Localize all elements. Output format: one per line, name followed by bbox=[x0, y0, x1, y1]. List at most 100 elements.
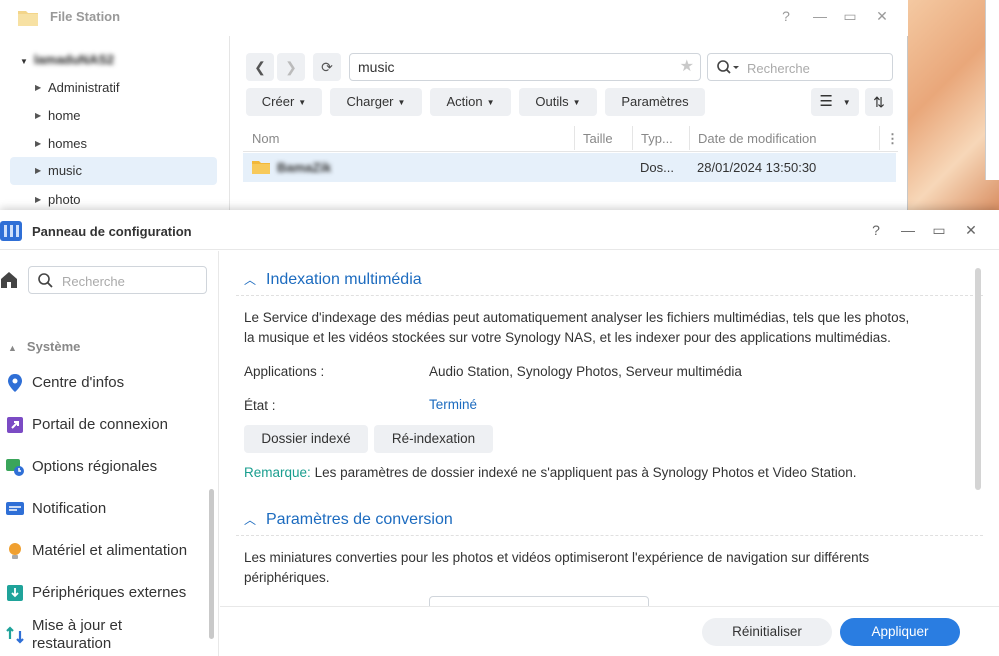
create-button[interactable]: Créer ▼ bbox=[246, 88, 322, 116]
column-modified[interactable]: Date de modification bbox=[698, 131, 817, 146]
search-icon bbox=[38, 273, 53, 288]
nav-login-portal[interactable]: Portail de connexion bbox=[0, 405, 210, 445]
column-type[interactable]: Typ... bbox=[641, 131, 673, 146]
section-conversion-header[interactable]: ︿ Paramètres de conversion bbox=[244, 511, 453, 529]
forward-button[interactable]: ❯ bbox=[277, 53, 305, 81]
home-icon[interactable] bbox=[0, 271, 18, 289]
minimize-icon[interactable]: — bbox=[810, 8, 830, 24]
reset-button[interactable]: Réinitialiser bbox=[702, 618, 832, 646]
file-type: Dos... bbox=[640, 160, 674, 175]
caret-up-icon: ▲ bbox=[8, 343, 17, 353]
caret-down-icon: ▼ bbox=[842, 98, 851, 107]
file-name: BamaZik bbox=[277, 160, 332, 175]
chevron-up-icon: ︿ bbox=[244, 513, 257, 527]
tree-item-music[interactable]: ▶ music bbox=[10, 157, 217, 185]
path-input[interactable]: music ★ bbox=[349, 53, 701, 81]
category-system[interactable]: ▲ Système bbox=[8, 339, 80, 354]
indexing-remark: Remarque: Les paramètres de dossier inde… bbox=[244, 465, 857, 480]
action-button[interactable]: Action ▼ bbox=[430, 88, 511, 116]
file-list-header: Nom Taille Typ... Date de modification ⋮ bbox=[243, 124, 899, 152]
tools-button[interactable]: Outils ▼ bbox=[519, 88, 597, 116]
chevron-left-icon: ❮ bbox=[254, 59, 266, 75]
close-icon[interactable]: ✕ bbox=[961, 222, 981, 239]
nav-regional-options[interactable]: Options régionales bbox=[0, 447, 210, 487]
update-restore-icon bbox=[6, 626, 24, 644]
tree-item-home[interactable]: ▶ home bbox=[10, 102, 217, 130]
section-divider bbox=[236, 295, 983, 296]
close-icon[interactable]: ✕ bbox=[872, 8, 892, 25]
help-icon[interactable]: ? bbox=[866, 222, 886, 238]
control-panel-sidebar: Recherche ▲ Système Centre d'infos Portai… bbox=[0, 251, 219, 656]
nav-external-devices[interactable]: Périphériques externes bbox=[0, 573, 210, 613]
help-icon[interactable]: ? bbox=[776, 8, 796, 24]
sidebar-scrollbar[interactable] bbox=[209, 489, 214, 639]
notification-icon bbox=[6, 502, 24, 515]
caret-right-icon: ▶ bbox=[35, 83, 42, 92]
star-icon[interactable]: ★ bbox=[680, 54, 694, 80]
sort-button[interactable]: ⇅ bbox=[865, 88, 893, 116]
background-window-edge bbox=[985, 0, 999, 180]
caret-right-icon: ▶ bbox=[35, 166, 42, 175]
state-value: Terminé bbox=[429, 397, 478, 412]
section-divider bbox=[236, 535, 983, 536]
refresh-button[interactable]: ⟳ bbox=[313, 53, 341, 81]
column-name[interactable]: Nom bbox=[252, 131, 279, 146]
reindex-button[interactable]: Ré-indexation bbox=[374, 425, 493, 453]
file-station-window: File Station ? — ▭ ✕ ▼ lamaduNAS2 ▶ Admini… bbox=[0, 0, 908, 215]
external-device-icon bbox=[7, 585, 23, 601]
column-options-icon[interactable]: ⋮ bbox=[886, 131, 899, 147]
caret-down-icon: ▼ bbox=[486, 98, 495, 107]
list-view-icon: ☰ bbox=[819, 93, 833, 110]
apply-button[interactable]: Appliquer bbox=[840, 618, 960, 646]
column-size[interactable]: Taille bbox=[583, 131, 613, 146]
caret-down-icon: ▼ bbox=[298, 98, 307, 107]
applications-label: Applications : bbox=[244, 364, 325, 379]
nav-hardware-power[interactable]: Matériel et alimentation bbox=[0, 531, 210, 571]
nav-info-center[interactable]: Centre d'infos bbox=[0, 363, 210, 403]
caret-down-icon: ▼ bbox=[397, 98, 406, 107]
chevron-up-icon: ︿ bbox=[244, 273, 257, 287]
portal-icon bbox=[7, 417, 23, 433]
search-icon bbox=[717, 60, 739, 74]
content-scrollbar[interactable] bbox=[975, 268, 981, 490]
file-station-title: File Station bbox=[50, 9, 121, 24]
indexed-folder-button[interactable]: Dossier indexé bbox=[244, 425, 368, 453]
column-divider[interactable] bbox=[574, 126, 575, 150]
control-panel-search-input[interactable]: Recherche bbox=[28, 266, 207, 294]
tree-root-nas[interactable]: ▼ lamaduNAS2 bbox=[20, 52, 114, 67]
table-row[interactable]: BamaZik Dos... 28/01/2024 13:50:30 bbox=[243, 153, 896, 182]
caret-down-icon: ▼ bbox=[20, 57, 28, 66]
settings-button[interactable]: Paramètres bbox=[605, 88, 705, 116]
conversion-select[interactable] bbox=[429, 596, 649, 606]
applications-value: Audio Station, Synology Photos, Serveur … bbox=[429, 364, 742, 379]
info-pin-icon bbox=[8, 374, 22, 392]
column-divider[interactable] bbox=[879, 126, 880, 150]
tree-item-homes[interactable]: ▶ homes bbox=[10, 130, 217, 158]
back-button[interactable]: ❮ bbox=[246, 53, 274, 81]
control-panel-footer: Réinitialiser Appliquer bbox=[220, 606, 999, 656]
file-station-titlebar[interactable]: File Station ? — ▭ ✕ bbox=[0, 0, 908, 36]
nav-update-restore[interactable]: Mise à jour et restauration bbox=[0, 615, 210, 656]
folder-tree: ▼ lamaduNAS2 ▶ Administratif ▶ home ▶ homes … bbox=[0, 36, 230, 215]
caret-right-icon: ▶ bbox=[35, 139, 42, 148]
view-mode-button[interactable]: ☰ ▼ bbox=[811, 88, 859, 116]
caret-down-icon: ▼ bbox=[572, 98, 581, 107]
file-search-input[interactable]: Recherche bbox=[707, 53, 893, 81]
control-panel-titlebar[interactable]: Panneau de configuration ? — ▭ ✕ bbox=[0, 210, 999, 250]
minimize-icon[interactable]: — bbox=[898, 222, 918, 238]
maximize-icon[interactable]: ▭ bbox=[929, 222, 949, 239]
column-divider[interactable] bbox=[632, 126, 633, 150]
section-indexing-header[interactable]: ︿ Indexation multimédia bbox=[244, 271, 422, 289]
column-divider[interactable] bbox=[689, 126, 690, 150]
desktop-wallpaper bbox=[908, 0, 999, 210]
maximize-icon[interactable]: ▭ bbox=[840, 8, 860, 25]
file-station-main: ❮ ❯ ⟳ music ★ Recherche Créer ▼ Charger ▼ … bbox=[231, 36, 908, 215]
upload-button[interactable]: Charger ▼ bbox=[330, 88, 422, 116]
caret-right-icon: ▶ bbox=[35, 111, 42, 120]
tree-item-administratif[interactable]: ▶ Administratif bbox=[10, 74, 217, 102]
sort-icon: ⇅ bbox=[873, 94, 885, 110]
indexing-description: Le Service d'indexage des médias peut au… bbox=[244, 310, 910, 345]
control-panel-app-icon bbox=[0, 221, 22, 241]
nav-notification[interactable]: Notification bbox=[0, 489, 210, 529]
chevron-right-icon: ❯ bbox=[285, 59, 297, 75]
